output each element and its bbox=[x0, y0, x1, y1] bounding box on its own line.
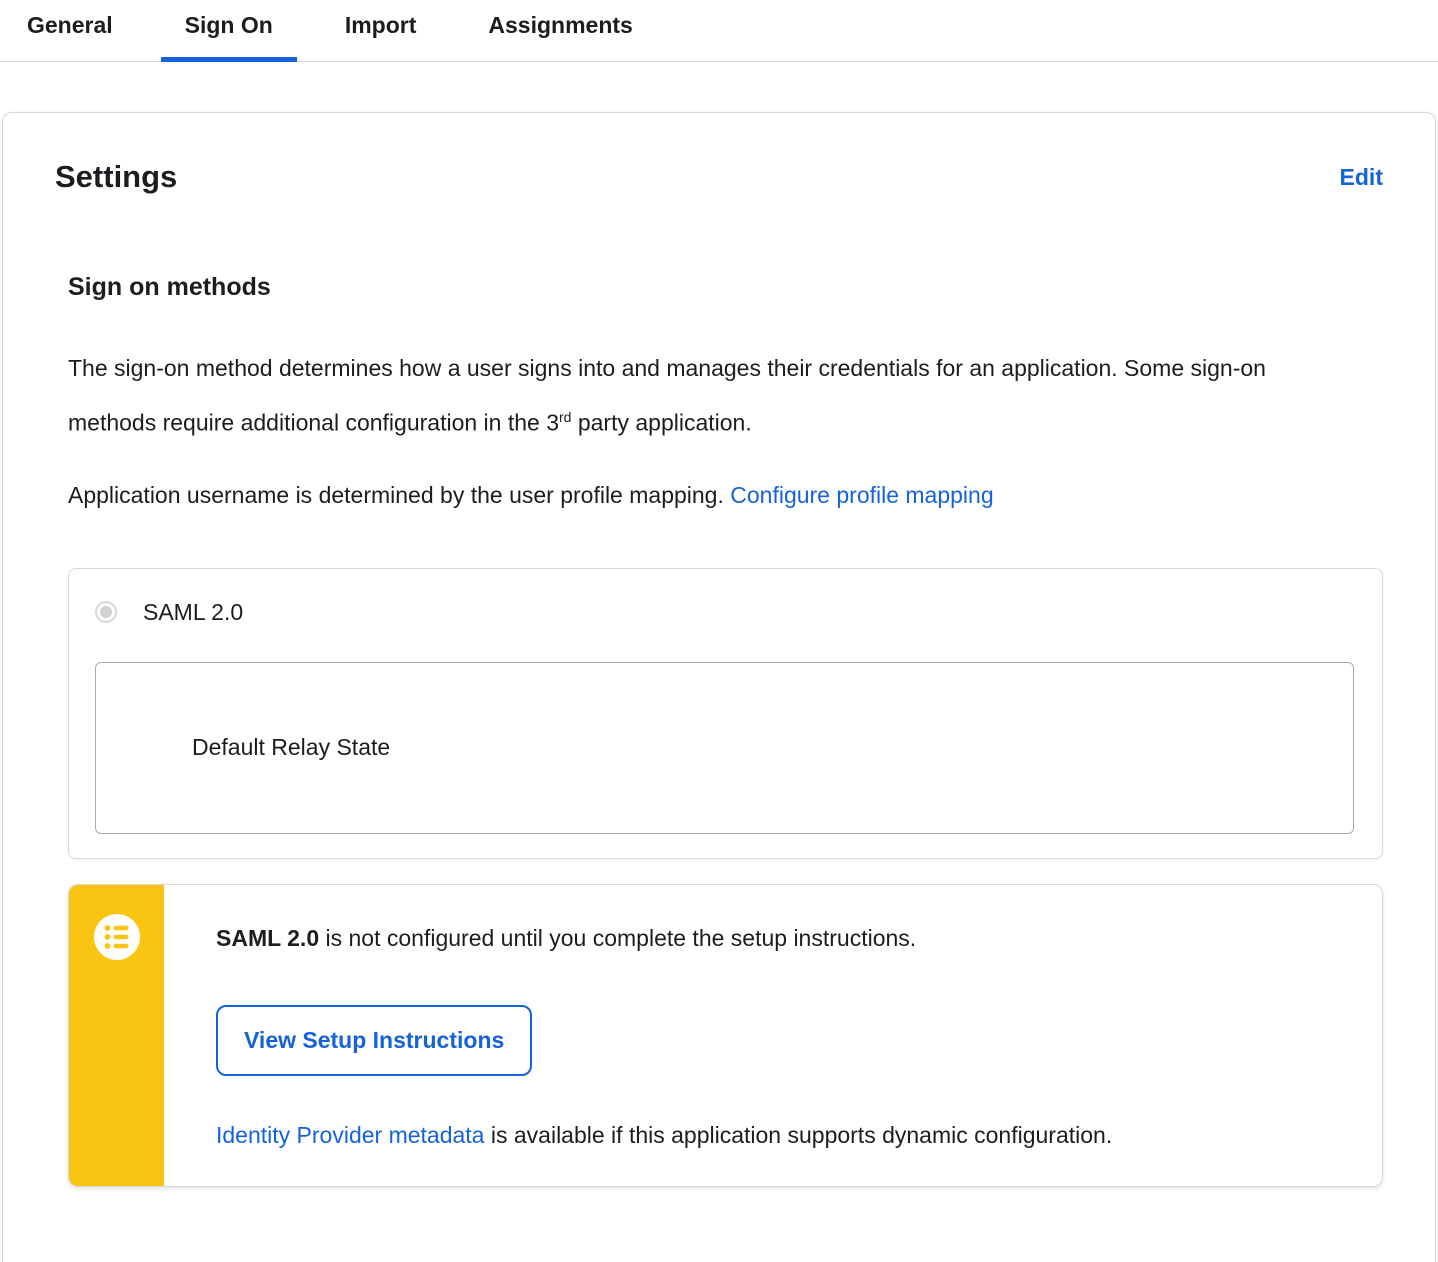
sign-on-methods-section: Sign on methods The sign-on method deter… bbox=[55, 273, 1383, 1187]
ordinal-superscript: rd bbox=[559, 409, 572, 425]
warning-accent-strip bbox=[69, 884, 164, 1186]
view-setup-instructions-button[interactable]: View Setup Instructions bbox=[216, 1004, 533, 1076]
warning-message-bold: SAML 2.0 bbox=[216, 924, 320, 951]
warning-message: SAML 2.0 is not configured until you com… bbox=[216, 921, 1112, 955]
tab-general[interactable]: General bbox=[3, 0, 137, 61]
settings-card-header: Settings Edit bbox=[55, 159, 1383, 195]
settings-card: Settings Edit Sign on methods The sign-o… bbox=[2, 112, 1436, 1262]
default-relay-state-label: Default Relay State bbox=[192, 734, 391, 761]
saml-radio-row: SAML 2.0 bbox=[95, 599, 1354, 626]
warning-banner-body: SAML 2.0 is not configured until you com… bbox=[164, 885, 1152, 1186]
sign-on-method-description: The sign-on method determines how a user… bbox=[68, 344, 1318, 448]
tab-import[interactable]: Import bbox=[321, 0, 441, 61]
section-heading: Sign on methods bbox=[68, 273, 271, 301]
description-text-tail: party application. bbox=[571, 409, 752, 436]
username-mapping-text: Application username is determined by th… bbox=[68, 481, 731, 508]
metadata-note: Identity Provider metadata is available … bbox=[216, 1118, 1112, 1152]
metadata-note-rest: is available if this application support… bbox=[484, 1121, 1113, 1148]
warning-message-rest: is not configured until you complete the… bbox=[319, 924, 917, 951]
saml-not-configured-banner: SAML 2.0 is not configured until you com… bbox=[68, 883, 1383, 1187]
saml-radio-label: SAML 2.0 bbox=[143, 598, 244, 625]
app-tab-bar: General Sign On Import Assignments bbox=[0, 0, 1438, 62]
tab-assignments[interactable]: Assignments bbox=[464, 0, 656, 61]
identity-provider-metadata-link[interactable]: Identity Provider metadata bbox=[216, 1122, 484, 1148]
tab-sign-on[interactable]: Sign On bbox=[160, 0, 298, 62]
saml-radio-button[interactable] bbox=[95, 601, 117, 624]
default-relay-state-field: Default Relay State bbox=[95, 661, 1354, 834]
page-title: Settings bbox=[55, 159, 178, 194]
saml-option-box: SAML 2.0 Default Relay State bbox=[68, 567, 1383, 859]
username-mapping-description: Application username is determined by th… bbox=[68, 471, 1318, 520]
configure-profile-mapping-link[interactable]: Configure profile mapping bbox=[730, 482, 993, 508]
edit-button[interactable]: Edit bbox=[1340, 164, 1383, 191]
list-icon bbox=[93, 913, 140, 960]
radio-dot-icon bbox=[100, 606, 112, 619]
